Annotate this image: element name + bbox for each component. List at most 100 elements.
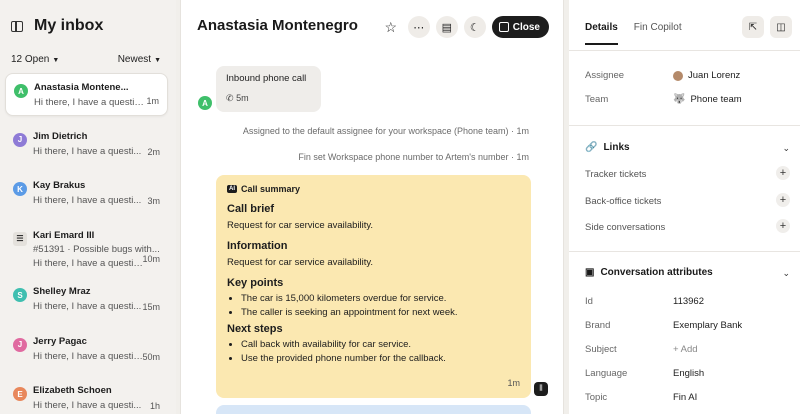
assignee-label: Assignee <box>585 70 625 81</box>
snooze-icon[interactable]: ☾ <box>463 16 486 38</box>
close-button[interactable]: Close <box>491 16 549 38</box>
conversation-item[interactable]: A Anastasia Montene... Hi there, I have … <box>5 73 168 116</box>
conversation-name: Shelley Mraz <box>33 286 91 297</box>
team-icon: 🐺 <box>673 94 686 105</box>
divider <box>569 50 800 51</box>
list-item: Use the provided phone number for the ca… <box>241 353 520 364</box>
divider <box>569 251 800 252</box>
add-icon[interactable]: + <box>776 219 790 233</box>
conversation-list: A Anastasia Montene... Hi there, I have … <box>5 73 168 414</box>
conversation-preview: Hi there, I have a questio... <box>33 350 143 362</box>
conversation-item[interactable]: E Elizabeth Schoen Hi there, I have a qu… <box>5 377 168 414</box>
summary-label: Call summary <box>241 184 301 194</box>
tab-details[interactable]: Details <box>585 22 618 45</box>
inbox-filters: 12 Open ▼ Newest ▼ <box>11 54 161 65</box>
details-panel: Details Fin Copilot ⇱ ◫ Assignee Juan Lo… <box>569 0 800 414</box>
conversation-title: Anastasia Montenegro <box>197 17 358 34</box>
conversation-item[interactable]: K Kay Brakus Hi there, I have a questi..… <box>5 172 168 215</box>
details-actions: ⇱ ◫ <box>742 16 792 38</box>
ticket-icon[interactable]: ▤ <box>435 16 458 38</box>
conversation-time: 3m <box>147 196 160 206</box>
conversation-name: Elizabeth Schoen <box>33 385 112 396</box>
call-duration: 5m <box>236 93 249 103</box>
key-points-list: The car is 15,000 kilometers overdue for… <box>227 293 520 318</box>
conversation-item[interactable]: S Shelley Mraz Hi there, I have a questi… <box>5 278 168 321</box>
attribute-row[interactable]: Topic Fin AI <box>585 392 790 403</box>
team-value: Phone team <box>690 94 742 105</box>
avatar: J <box>13 337 27 352</box>
conversation-preview: Hi there, I have a questio... <box>33 257 143 269</box>
star-icon[interactable]: ☆ <box>380 16 402 38</box>
conversation-name: Kari Emard III <box>33 229 95 241</box>
conversation-panel: Anastasia Montenegro ☆ ⋯ ▤ ☾ Close A Inb… <box>180 0 564 414</box>
summary-text: Request for car service availability. <box>227 257 374 268</box>
add-icon[interactable]: + <box>776 166 790 180</box>
divider <box>569 125 800 126</box>
tab-fin-copilot[interactable]: Fin Copilot <box>634 22 682 45</box>
avatar: K <box>13 182 27 196</box>
next-steps-list: Call back with availability for car serv… <box>227 339 520 364</box>
list-item: Call back with availability for car serv… <box>241 339 520 350</box>
summary-heading: Key points <box>227 277 284 289</box>
conversation-name: Kay Brakus <box>33 180 86 191</box>
phone-icon: ✆ <box>226 93 234 103</box>
links-section-header[interactable]: 🔗 Links <box>585 142 630 153</box>
panel-toggle-icon[interactable]: ◫ <box>770 16 792 38</box>
summary-heading: Next steps <box>227 323 283 335</box>
link-row[interactable]: Back-office tickets + <box>585 193 790 207</box>
avatar: S <box>13 288 27 302</box>
team-label: Team <box>585 94 609 105</box>
sidebar-toggle-icon[interactable] <box>11 20 23 32</box>
avatar <box>673 70 683 81</box>
add-icon[interactable]: + <box>776 193 790 207</box>
phone-call-message: Inbound phone call ✆ 5m <box>216 66 321 112</box>
conversation-preview: Hi there, I have a questi... <box>33 145 142 157</box>
link-row[interactable]: Tracker tickets + <box>585 166 790 180</box>
conversation-time: 1m <box>146 96 159 106</box>
system-message: Assigned to the default assignee for you… <box>242 126 529 136</box>
more-icon[interactable]: ⋯ <box>407 16 430 38</box>
details-tabs: Details Fin Copilot <box>585 22 682 45</box>
avatar: E <box>13 387 27 401</box>
conversation-time: 2m <box>147 146 160 157</box>
attribute-row[interactable]: Subject + Add <box>585 344 790 355</box>
conversation-time: 1h <box>149 401 160 411</box>
chevron-down-icon[interactable]: ⌄ <box>782 143 790 154</box>
assignee-value: Juan Lorenz <box>688 70 741 81</box>
conversation-item[interactable]: ☰ Kari Emard III #51391 · Possible bugs … <box>5 222 168 272</box>
attribute-row[interactable]: Language English <box>585 368 790 379</box>
attributes-section-header[interactable]: ▣ Conversation attributes <box>585 267 713 278</box>
system-message: Fin set Workspace phone number to Artem'… <box>298 152 529 162</box>
conversation-item[interactable]: J Jim Dietrich Hi there, I have a questi… <box>5 123 168 166</box>
avatar: J <box>13 132 27 147</box>
team-row[interactable]: Team 🐺 Phone team <box>585 94 790 105</box>
ticket-icon: ☰ <box>13 231 27 246</box>
conversation-name: Jim Dietrich <box>33 130 88 142</box>
avatar: A <box>198 96 212 110</box>
list-item: The car is 15,000 kilometers overdue for… <box>241 293 520 304</box>
conversation-name: Anastasia Montene... <box>34 82 129 93</box>
attribute-row[interactable]: Id 113962 <box>585 296 790 307</box>
ai-badge: AI <box>227 185 237 193</box>
sort-filter[interactable]: Newest ▼ <box>118 54 161 65</box>
attributes-icon: ▣ <box>585 267 595 278</box>
next-message <box>216 405 531 414</box>
inbox-title: My inbox <box>34 17 104 34</box>
conversation-preview: Hi there, I have a questi... <box>33 195 142 206</box>
inbox-icon <box>498 22 509 32</box>
open-filter[interactable]: 12 Open ▼ <box>11 54 59 65</box>
add-subject-button[interactable]: + Add <box>673 344 698 355</box>
assignee-row[interactable]: Assignee Juan Lorenz <box>585 70 790 81</box>
conversation-preview: Hi there, I have a questi... <box>33 400 142 411</box>
inbox-header: My inbox <box>11 17 103 35</box>
open-external-icon[interactable]: ⇱ <box>742 16 764 38</box>
conversation-item[interactable]: J Jerry Pagac Hi there, I have a questio… <box>5 328 168 371</box>
attribute-row[interactable]: Brand Exemplary Bank <box>585 320 790 331</box>
conversation-preview: Hi there, I have a questi... <box>33 301 142 312</box>
link-row[interactable]: Side conversations + <box>585 219 790 233</box>
call-title: Inbound phone call <box>226 73 307 84</box>
chevron-down-icon[interactable]: ⌄ <box>782 268 790 279</box>
inbox-sidebar: My inbox 12 Open ▼ Newest ▼ A Anastasia Mo… <box>0 0 176 414</box>
chevron-down-icon: ▼ <box>52 57 60 64</box>
conversation-time: 15m <box>142 302 160 312</box>
